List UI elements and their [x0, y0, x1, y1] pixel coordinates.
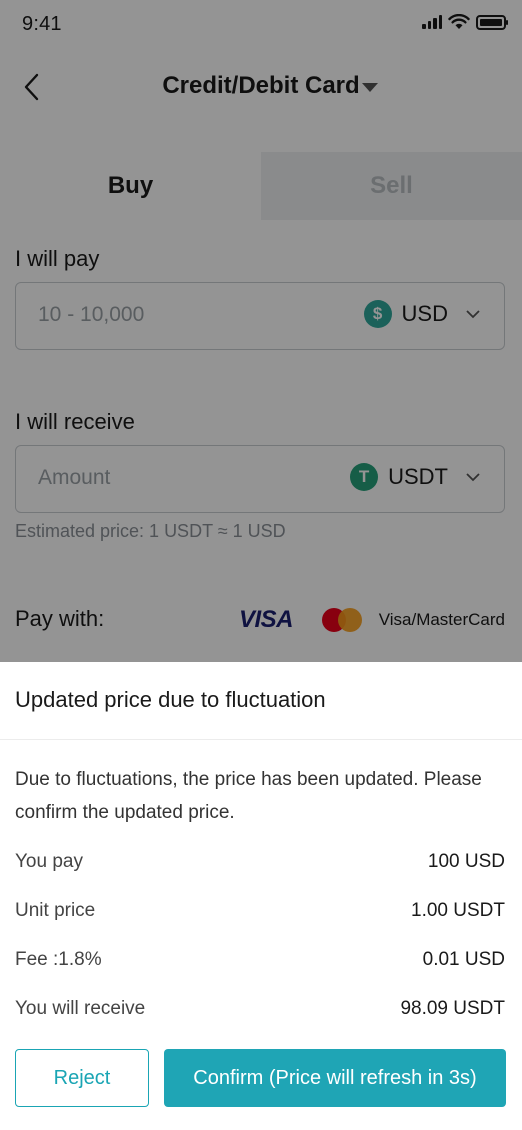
detail-row-fee: Fee :1.8% 0.01 USD: [15, 949, 505, 979]
sheet-message: Due to fluctuations, the price has been …: [15, 769, 482, 823]
detail-row-you-pay: You pay 100 USD: [15, 851, 505, 881]
price-update-sheet: Updated price due to fluctuation Due to …: [0, 662, 522, 1130]
detail-label: You pay: [15, 851, 83, 872]
detail-row-you-will-receive: You will receive 98.09 USDT: [15, 998, 505, 1028]
modal-overlay[interactable]: [0, 0, 522, 662]
detail-label: You will receive: [15, 998, 146, 1019]
detail-value: 1.00 USDT: [411, 900, 505, 921]
detail-row-unit-price: Unit price 1.00 USDT: [15, 900, 505, 930]
detail-value: 98.09 USDT: [400, 998, 505, 1019]
detail-label: Fee :1.8%: [15, 949, 102, 970]
detail-value: 100 USD: [427, 851, 505, 872]
detail-value: 0.01 USD: [422, 949, 505, 970]
divider: [0, 739, 522, 740]
confirm-button[interactable]: Confirm (Price will refresh in 3s): [164, 1049, 506, 1107]
sheet-title: Updated price due to fluctuation: [15, 687, 326, 712]
detail-label: Unit price: [15, 900, 96, 921]
reject-button[interactable]: Reject: [15, 1049, 149, 1107]
